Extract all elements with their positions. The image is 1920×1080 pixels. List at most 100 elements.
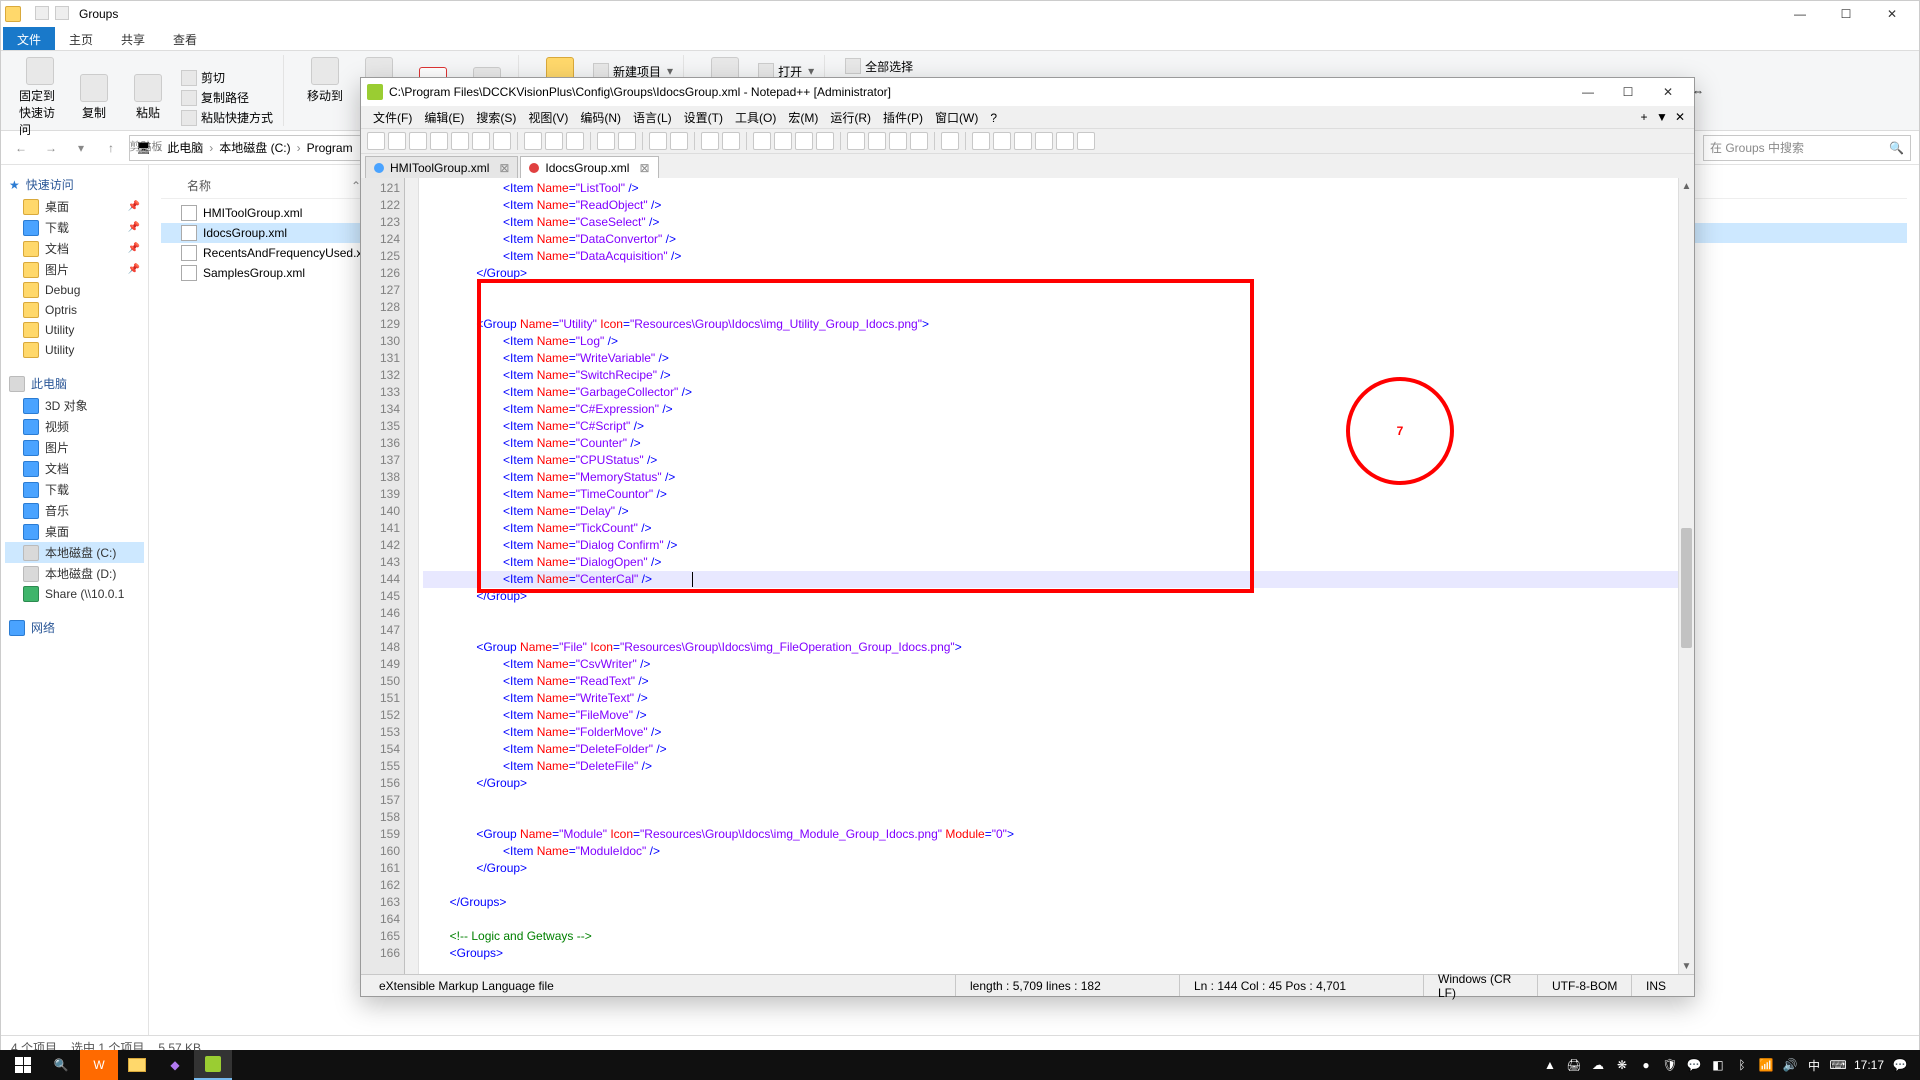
code-line[interactable]: <Item Name="C#Expression" /> [423,401,1694,418]
code-line[interactable]: <Item Name="Dialog Confirm" /> [423,537,1694,554]
code-line[interactable]: <Groups> [423,945,1694,962]
code-line[interactable] [423,605,1694,622]
ribbon-tab-home[interactable]: 主页 [55,27,107,50]
menu-close-icon[interactable]: ✕ [1672,109,1688,125]
code-line[interactable]: <Item Name="MemoryStatus" /> [423,469,1694,486]
fold-column[interactable] [405,178,419,974]
sidebar-item[interactable]: 本地磁盘 (C:) [5,542,144,563]
tray-bluetooth-icon[interactable]: ᛒ [1734,1057,1750,1073]
toolbar-fold-icon[interactable] [847,132,865,150]
close-button[interactable]: ✕ [1869,1,1915,27]
editor-tab[interactable]: HMIToolGroup.xml⊠ [365,156,518,178]
editor-tab[interactable]: IdocsGroup.xml⊠ [520,156,658,178]
taskbar-search-button[interactable]: 🔍 [42,1050,80,1080]
sidebar-item[interactable]: 视频 [5,416,144,437]
code-line[interactable]: <Item Name="TickCount" /> [423,520,1694,537]
npp-minimize-button[interactable]: — [1568,78,1608,106]
code-line[interactable]: <Item Name="GarbageCollector" /> [423,384,1694,401]
toolbar-open-icon[interactable] [388,132,406,150]
code-line[interactable]: <Item Name="Log" /> [423,333,1694,350]
sidebar-item[interactable]: 桌面📌 [5,196,144,217]
taskbar-vs-button[interactable]: ◆ [156,1050,194,1080]
npp-close-button[interactable]: ✕ [1648,78,1688,106]
toolbar-zoomin-icon[interactable] [701,132,719,150]
toolbar-saverecord-icon[interactable] [1077,132,1095,150]
toolbar-allchars-icon[interactable] [795,132,813,150]
code-line[interactable]: <Item Name="C#Script" /> [423,418,1694,435]
tray-app-icon[interactable]: ● [1638,1057,1654,1073]
code-line[interactable]: <Item Name="ReadObject" /> [423,197,1694,214]
toolbar-saveall-icon[interactable] [430,132,448,150]
toolbar-new-icon[interactable] [367,132,385,150]
code-line[interactable] [423,792,1694,809]
tray-security-icon[interactable]: 🛡 [1662,1057,1678,1073]
sidebar-network[interactable]: 网络 [5,616,144,639]
menu-item[interactable]: 运行(R) [824,109,877,127]
tray-volume-icon[interactable]: 🔊 [1782,1057,1798,1073]
sidebar-item[interactable]: Utility [5,320,144,340]
toolbar-copy-icon[interactable] [545,132,563,150]
toolbar-print-icon[interactable] [493,132,511,150]
code-line[interactable]: <Item Name="DialogOpen" /> [423,554,1694,571]
code-line[interactable]: <Item Name="WriteText" /> [423,690,1694,707]
toolbar-save-icon[interactable] [409,132,427,150]
sidebar-quick-access[interactable]: ★快速访问 [5,173,144,196]
menu-item[interactable]: 编辑(E) [418,109,470,127]
scroll-up-icon[interactable]: ▲ [1679,178,1694,194]
scroll-thumb[interactable] [1681,528,1692,648]
ribbon-tab-share[interactable]: 共享 [107,27,159,50]
code-line[interactable]: <Item Name="ListTool" /> [423,180,1694,197]
sidebar-item[interactable]: 图片📌 [5,259,144,280]
menu-item[interactable]: 语言(L) [627,109,678,127]
code-line[interactable]: <Group Name="File" Icon="Resources\Group… [423,639,1694,656]
npp-titlebar[interactable]: C:\Program Files\DCCKVisionPlus\Config\G… [361,78,1694,106]
paste-shortcut-button[interactable]: 粘贴快捷方式 [181,109,273,127]
tray-printer-icon[interactable]: 🖨 [1566,1057,1582,1073]
code-line[interactable]: <Item Name="Counter" /> [423,435,1694,452]
ribbon-tab-view[interactable]: 查看 [159,27,211,50]
code-line[interactable]: <Item Name="CPUStatus" /> [423,452,1694,469]
start-button[interactable] [4,1050,42,1080]
sidebar-item[interactable]: 图片 [5,437,144,458]
editor[interactable]: 1211221231241251261271281291301311321331… [361,178,1694,974]
code-line[interactable]: <!-- Logic and Getways --> [423,928,1694,945]
code-line[interactable]: <Item Name="DeleteFile" /> [423,758,1694,775]
toolbar-zoomout-icon[interactable] [722,132,740,150]
sidebar-item[interactable]: Utility [5,340,144,360]
toolbar-docmap-icon[interactable] [941,132,959,150]
menu-item[interactable]: 宏(M) [782,109,824,127]
code-area[interactable]: <Item Name="ListTool" /> <Item Name="Rea… [419,178,1694,974]
tray-sync-icon[interactable]: ❋ [1614,1057,1630,1073]
code-line[interactable]: <Item Name="FileMove" /> [423,707,1694,724]
code-line[interactable]: <Item Name="DataConvertor" /> [423,231,1694,248]
tray-notifications-icon[interactable]: 💬 [1892,1057,1908,1073]
col-name[interactable]: 名称 [187,177,211,194]
toolbar-wrap-icon[interactable] [774,132,792,150]
code-line[interactable]: <Item Name="SwitchRecipe" /> [423,367,1694,384]
code-line[interactable]: <Group Name="Utility" Icon="Resources\Gr… [423,316,1694,333]
breadcrumb-segment[interactable]: 本地磁盘 (C:) [219,139,290,156]
code-line[interactable]: <Item Name="DataAcquisition" /> [423,248,1694,265]
toolbar-closeall-icon[interactable] [472,132,490,150]
npp-maximize-button[interactable]: ☐ [1608,78,1648,106]
tray-ime-icon[interactable]: 中 [1806,1057,1822,1073]
menu-plus-icon[interactable]: + [1636,109,1652,125]
paste-button[interactable]: 粘贴 [127,74,169,121]
sidebar-this-pc[interactable]: 此电脑 [5,372,144,395]
tray-clock[interactable]: 17:17 [1854,1058,1884,1072]
sidebar-item[interactable]: 下载 [5,479,144,500]
sidebar-item[interactable]: Optris [5,300,144,320]
maximize-button[interactable]: ☐ [1823,1,1869,27]
toolbar-paste-icon[interactable] [566,132,584,150]
tab-close-icon[interactable]: ⊠ [499,161,509,175]
toolbar-stop-icon[interactable] [1035,132,1053,150]
tray-wechat-icon[interactable]: 💬 [1686,1057,1702,1073]
menu-item[interactable]: 编码(N) [574,109,627,127]
sidebar-item[interactable]: 3D 对象 [5,395,144,416]
code-line[interactable] [423,877,1694,894]
toolbar-replace-icon[interactable] [670,132,688,150]
menu-item[interactable]: 工具(O) [729,109,782,127]
code-line[interactable] [423,809,1694,826]
tray-app2-icon[interactable]: ◧ [1710,1057,1726,1073]
toolbar-unfold-icon[interactable] [868,132,886,150]
